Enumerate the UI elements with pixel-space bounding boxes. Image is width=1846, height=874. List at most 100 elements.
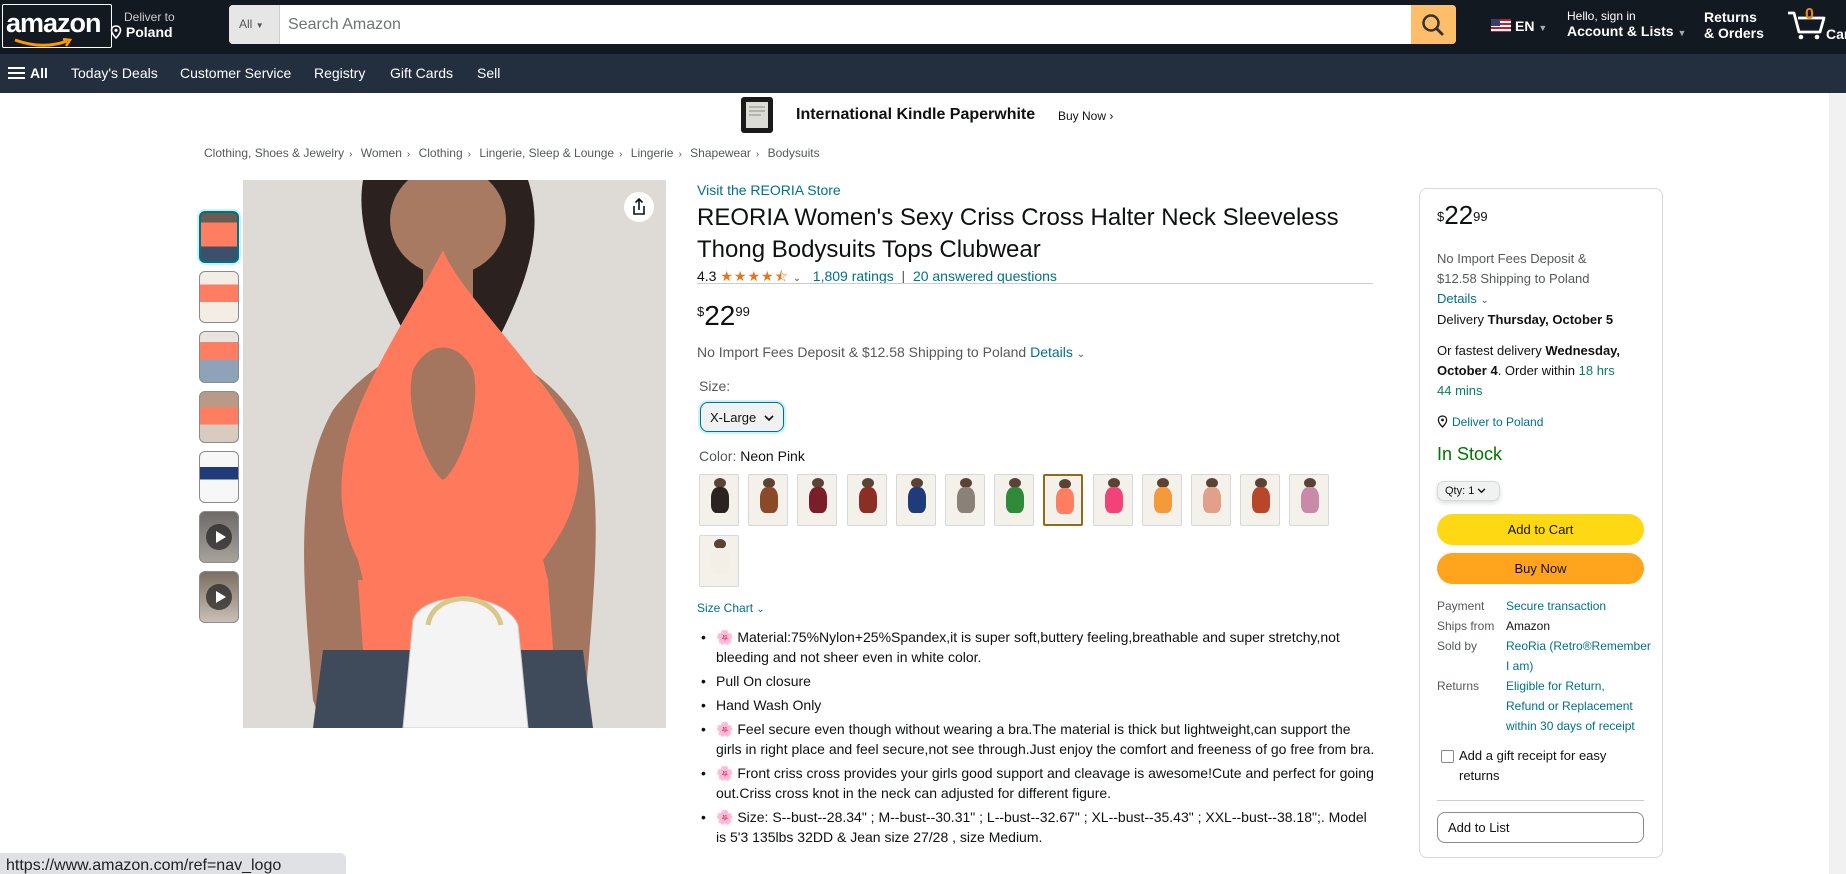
thumbnail-image[interactable] — [199, 271, 239, 323]
chevron-down-icon — [1477, 488, 1486, 494]
search-input[interactable] — [288, 5, 1388, 44]
deliver-location-text: Poland — [125, 24, 173, 40]
vertical-scrollbar[interactable] — [1829, 93, 1846, 874]
swatch-top-color — [1006, 487, 1025, 513]
nav-gift-cards[interactable]: Gift Cards — [390, 65, 453, 81]
thumbnail-video[interactable] — [199, 571, 239, 623]
main-product-image[interactable] — [243, 180, 666, 728]
nav-sell[interactable]: Sell — [477, 65, 500, 81]
color-swatch[interactable] — [1240, 474, 1281, 526]
share-button[interactable] — [624, 192, 654, 222]
swatch-top-color — [760, 487, 779, 513]
cart-label: Cart — [1826, 26, 1846, 42]
color-swatch[interactable] — [945, 474, 985, 526]
divider — [697, 283, 1373, 284]
divider — [1437, 800, 1644, 801]
returns-orders[interactable]: Returns & Orders — [1704, 9, 1764, 41]
size-selected: X-Large — [710, 410, 757, 425]
gift-receipt-line: returns — [1459, 768, 1500, 783]
buybox-price: $2299 — [1437, 202, 1488, 229]
amazon-logo[interactable]: amazon — [2, 4, 112, 48]
product-title: REORIA Women's Sexy Criss Cross Halter N… — [697, 204, 1339, 263]
list-item: 🌸 Size: S--bust--28.34" ; M--bust--30.31… — [699, 807, 1375, 847]
buybox-price-currency: $ — [1437, 209, 1445, 224]
cart-button[interactable]: 0 Cart — [1786, 6, 1846, 45]
swatch-top-color — [711, 548, 729, 574]
thumbnail-video[interactable] — [199, 511, 239, 563]
returns-link[interactable]: Eligible for Return, Refund or Replaceme… — [1506, 676, 1635, 736]
orders-label: & Orders — [1704, 25, 1764, 41]
browser-status-url: https://www.amazon.com/ref=nav_logo — [0, 853, 346, 874]
add-to-cart-button[interactable]: Add to Cart — [1437, 514, 1644, 545]
breadcrumb-item[interactable]: Clothing — [419, 146, 463, 160]
breadcrumb-item[interactable]: Lingerie — [631, 146, 674, 160]
star-rating-icon[interactable]: ★★★★⯪ — [720, 268, 788, 284]
search-category-dropdown[interactable]: All ▼ — [229, 5, 280, 44]
fastest-date: Wednesday, — [1545, 343, 1621, 358]
ratings-count-link[interactable]: 1,809 ratings — [813, 268, 894, 284]
answered-questions-link[interactable]: 20 answered questions — [913, 268, 1057, 284]
share-icon — [633, 197, 645, 215]
fees-text: No Import Fees Deposit & $12.58 Shipping… — [697, 344, 1027, 360]
nav-registry[interactable]: Registry — [314, 65, 365, 81]
kindle-promo-banner[interactable]: International Kindle Paperwhite Buy Now … — [0, 93, 1846, 135]
gift-receipt-checkbox[interactable] — [1441, 750, 1454, 763]
store-link[interactable]: Visit the REORIA Store — [697, 182, 841, 198]
search-bar: All ▼ — [229, 5, 1456, 44]
account-lists-text: Account & Lists — [1567, 23, 1674, 39]
color-label: Color: Neon Pink — [699, 448, 805, 464]
color-swatch[interactable] — [1141, 474, 1182, 526]
size-chart-link[interactable]: Size Chart ⌄ — [697, 601, 765, 615]
size-dropdown[interactable]: X-Large — [700, 402, 784, 432]
caret-down-icon: ▼ — [1538, 23, 1548, 33]
quantity-dropdown[interactable]: Qty: 1 — [1437, 481, 1500, 501]
add-to-list-button[interactable]: Add to List — [1437, 812, 1644, 843]
breadcrumb-item[interactable]: Clothing, Shoes & Jewelry — [204, 146, 344, 160]
sold-by-link[interactable]: ReoRia (Retro®Remember I am) — [1506, 636, 1651, 676]
nav-todays-deals[interactable]: Today's Deals — [71, 65, 158, 81]
color-swatch[interactable] — [748, 474, 789, 526]
color-swatch[interactable] — [846, 474, 887, 526]
color-swatch[interactable] — [1043, 474, 1084, 526]
returns-line: Refund or Replacement — [1506, 699, 1633, 713]
thumbnail-image[interactable] — [199, 391, 239, 443]
thumbnail-image[interactable] — [199, 211, 239, 263]
nav-customer-service[interactable]: Customer Service — [180, 65, 291, 81]
price-currency: $ — [697, 304, 705, 319]
thumbnail-size-chart[interactable] — [199, 451, 239, 503]
color-swatch[interactable] — [1191, 474, 1231, 526]
fastest-delivery: Or fastest delivery Wednesday, October 4… — [1437, 341, 1647, 401]
color-swatch[interactable] — [699, 535, 739, 587]
swatch-top-color — [809, 487, 828, 513]
color-swatch[interactable] — [699, 474, 739, 526]
swatch-top-color — [711, 487, 729, 513]
details-link[interactable]: Details — [1030, 344, 1073, 360]
thumbnail-image[interactable] — [199, 331, 239, 383]
search-button[interactable] — [1411, 5, 1456, 44]
deliver-to-text: Deliver to Poland — [1452, 415, 1544, 429]
breadcrumb-item[interactable]: Shapewear — [690, 146, 751, 160]
location-pin-icon — [1437, 415, 1448, 428]
color-swatch[interactable] — [797, 474, 838, 526]
smile-icon — [14, 38, 73, 47]
all-menu-button[interactable]: All — [8, 65, 48, 81]
deliver-to[interactable]: Deliver to Poland — [110, 10, 175, 40]
chevron-down-icon[interactable]: ⌄ — [1480, 295, 1488, 306]
language-selector[interactable]: EN ▼ — [1491, 18, 1547, 34]
color-swatch[interactable] — [895, 474, 936, 526]
breadcrumb-item[interactable]: Women — [361, 146, 402, 160]
color-swatch[interactable] — [1092, 474, 1133, 526]
color-swatch[interactable] — [994, 474, 1035, 526]
chevron-down-icon[interactable]: ⌄ — [1077, 349, 1085, 360]
color-swatch[interactable] — [1289, 474, 1330, 526]
top-header: amazon Deliver to Poland All ▼ EN ▼ Hell… — [0, 0, 1846, 54]
breadcrumb-item[interactable]: Lingerie, Sleep & Lounge — [479, 146, 614, 160]
account-menu[interactable]: Hello, sign in Account & Lists ▼ — [1567, 9, 1686, 41]
promo-buy-now[interactable]: Buy Now › — [1058, 109, 1113, 123]
breadcrumb-item[interactable]: Bodysuits — [768, 146, 820, 160]
returns-label: Returns — [1437, 679, 1480, 693]
payment-value[interactable]: Secure transaction — [1506, 596, 1606, 616]
deliver-to-poland-link[interactable]: Deliver to Poland — [1437, 412, 1543, 432]
buybox-details-link[interactable]: Details — [1437, 291, 1477, 306]
buy-now-button[interactable]: Buy Now — [1437, 553, 1644, 584]
